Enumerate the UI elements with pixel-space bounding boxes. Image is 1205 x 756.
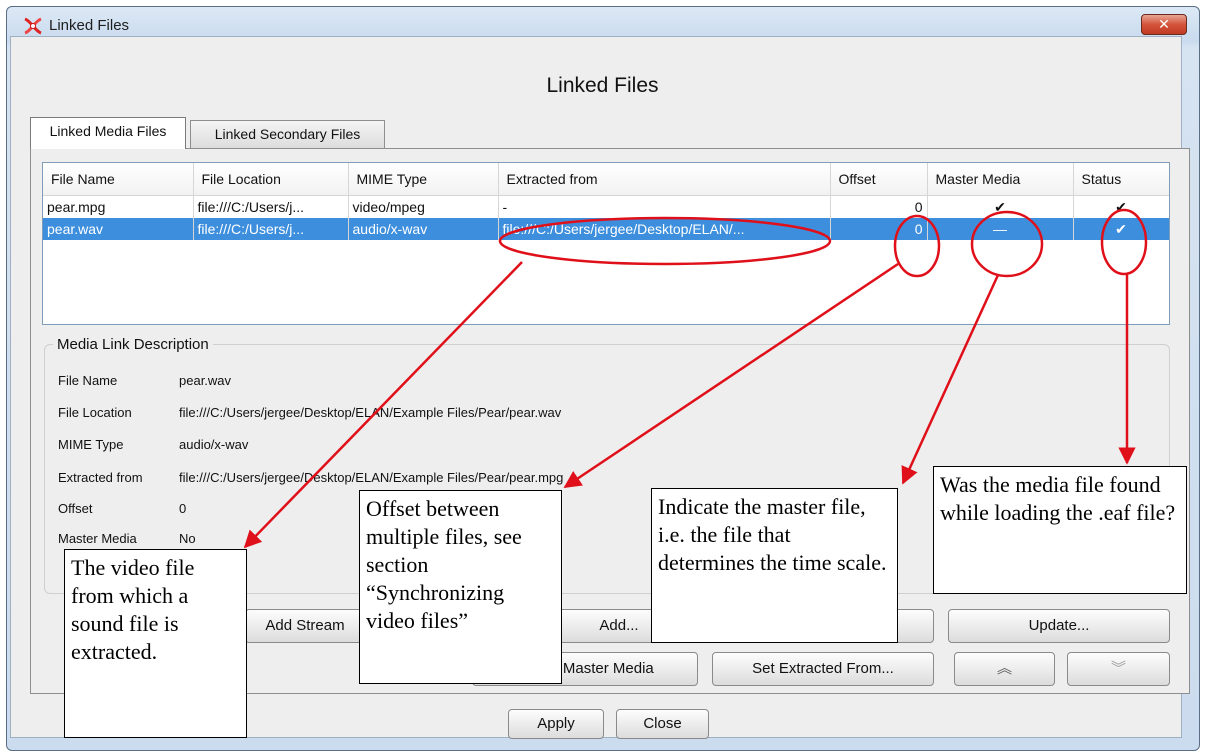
cell-extracted-from[interactable]: - [498,195,831,218]
cell-file-location[interactable]: file:///C:/Users/j... [193,195,349,218]
close-button[interactable]: Close [616,709,709,739]
master-media-dash-icon[interactable]: — [927,218,1074,240]
cell-file-name[interactable]: pear.mpg [43,195,194,218]
desc-label-file-location: File Location [58,405,132,420]
close-icon: ✕ [1158,17,1170,33]
apply-button[interactable]: Apply [508,709,604,739]
cell-mime-type[interactable]: audio/x-wav [348,218,499,240]
column-header-status[interactable]: Status [1073,163,1169,196]
column-header-offset[interactable]: Offset [830,163,928,196]
desc-label-master-media: Master Media [58,531,137,546]
chevron-up-icon: ︽ [996,660,1012,677]
desc-value-mime-type: audio/x-wav [179,437,249,452]
callout-offset: Offset between multiple files, see secti… [359,490,562,684]
table-row[interactable]: pear.mpg file:///C:/Users/j... video/mpe… [43,195,1169,218]
table-row-selected[interactable]: pear.wav file:///C:/Users/j... audio/x-w… [43,218,1169,240]
dialog-heading: Linked Files [546,74,659,97]
cell-file-name[interactable]: pear.wav [43,218,194,240]
column-header-mime-type[interactable]: MIME Type [348,163,499,196]
cell-offset[interactable]: 0 [830,218,928,240]
column-header-master-media[interactable]: Master Media [927,163,1074,196]
status-check-icon: ✔ [1073,218,1169,240]
cell-mime-type[interactable]: video/mpeg [348,195,499,218]
desc-value-file-location: file:///C:/Users/jergee/Desktop/ELAN/Exa… [179,405,562,420]
column-header-file-name[interactable]: File Name [43,163,194,196]
desc-value-extracted-from: file:///C:/Users/jergee/Desktop/ELAN/Exa… [179,470,564,485]
column-header-file-location[interactable]: File Location [193,163,349,196]
chevron-down-icon: ︾ [1110,660,1126,677]
desc-value-offset: 0 [179,501,187,516]
cell-file-location[interactable]: file:///C:/Users/j... [193,218,349,240]
callout-video-file: The video file from which a sound file i… [64,549,247,738]
desc-value-master-media: No [179,531,196,546]
move-up-button[interactable]: ︽ [954,652,1055,686]
set-extracted-from-button[interactable]: Set Extracted From... [712,652,934,686]
table-header-row: File Name File Location MIME Type Extrac… [43,163,1169,196]
media-link-description-legend: Media Link Description [57,336,209,353]
window-close-button[interactable]: ✕ [1141,14,1187,35]
move-down-button[interactable]: ︾ [1067,652,1170,686]
desc-label-mime-type: MIME Type [58,437,124,452]
desc-label-file-name: File Name [58,373,118,388]
callout-status: Was the media file found while loading t… [933,466,1187,594]
linked-files-table[interactable]: File Name File Location MIME Type Extrac… [42,162,1170,325]
callout-master-file: Indicate the master file, i.e. the file … [651,488,898,643]
update-button[interactable]: Update... [948,609,1170,643]
cell-extracted-from[interactable]: file:///C:/Users/jergee/Desktop/ELAN/... [498,218,831,240]
master-media-check-icon[interactable]: ✔ [927,195,1074,218]
desc-label-offset: Offset [58,501,93,516]
elan-logo-icon [24,17,42,35]
status-check-icon: ✔ [1073,195,1169,218]
desc-label-extracted-from: Extracted from [58,470,143,485]
window-title: Linked Files [49,17,130,34]
column-header-extracted-from[interactable]: Extracted from [498,163,831,196]
tab-linked-secondary-files[interactable]: Linked Secondary Files [190,120,385,149]
cell-offset[interactable]: 0 [830,195,928,218]
desc-value-file-name: pear.wav [179,373,232,388]
tab-linked-media-files[interactable]: Linked Media Files [30,117,186,149]
add-stream-button[interactable]: Add Stream [245,609,365,643]
